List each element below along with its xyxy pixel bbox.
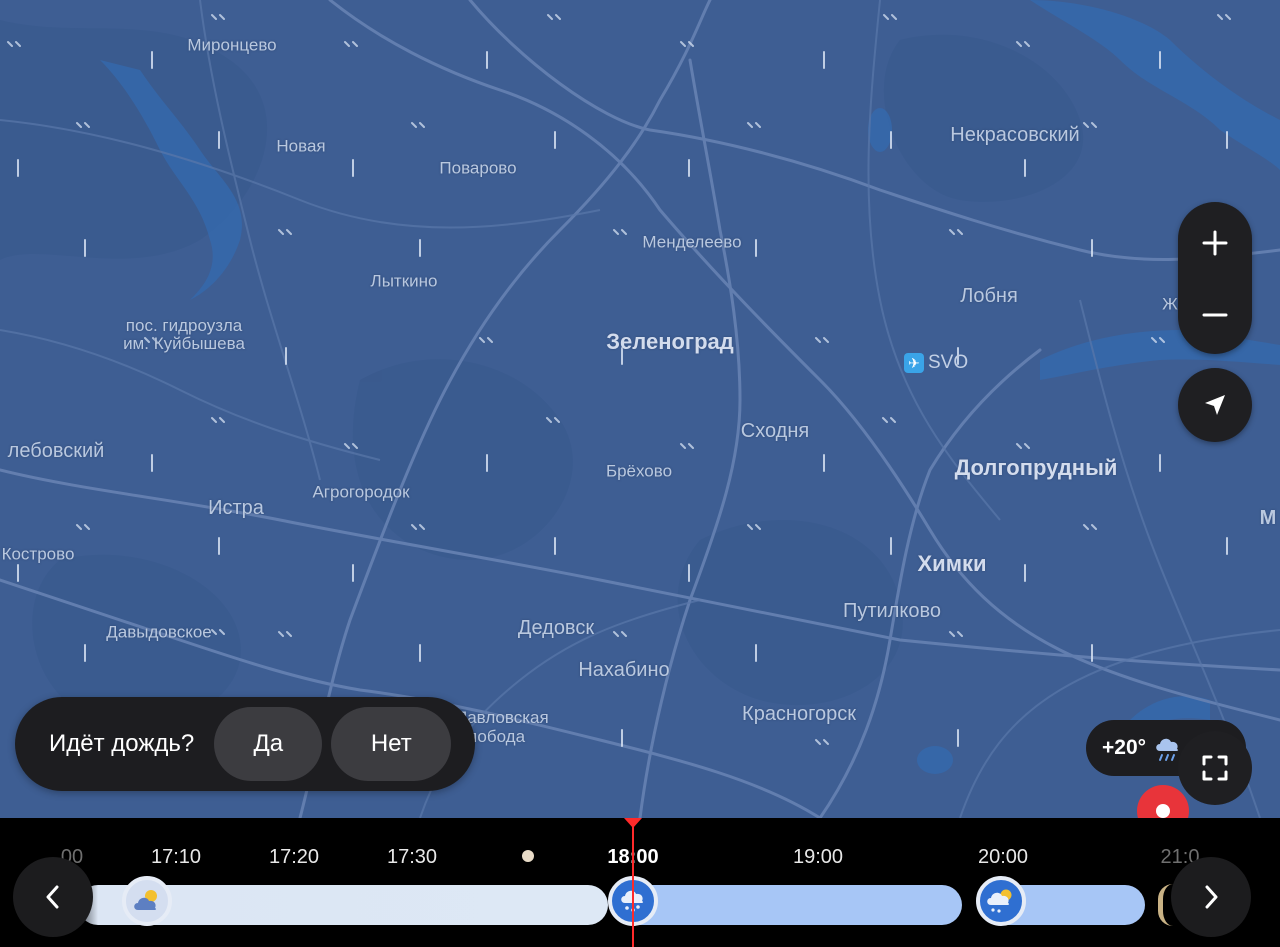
place-istra: Истра	[208, 497, 264, 519]
minus-icon	[1202, 313, 1228, 317]
sun-rain-icon	[976, 876, 1026, 926]
place-khimki: Химки	[917, 551, 987, 576]
place-kostrovo: Кострово	[1, 544, 75, 564]
rain-question-text: Идёт дождь?	[49, 730, 195, 757]
timeline-tick[interactable]: 17:30	[387, 846, 437, 869]
timeline-tick[interactable]: 17:10	[151, 846, 201, 869]
fullscreen-button[interactable]	[1178, 731, 1252, 805]
now-indicator-dot	[522, 850, 534, 862]
temperature-value: +20°	[1102, 736, 1147, 759]
location-dot-icon	[1156, 804, 1170, 818]
map-canvas[interactable]: Миронцево Новая Поварово Некрасовский Ме…	[0, 0, 1280, 818]
map-base	[0, 0, 1280, 818]
place-davydovskoe: Давыдовское	[106, 622, 212, 642]
place-m-partial: М	[1259, 507, 1277, 529]
zoom-controls	[1178, 202, 1252, 354]
timeline-tick[interactable]: 17:20	[269, 846, 319, 869]
plus-icon	[1202, 230, 1228, 256]
fullscreen-icon	[1202, 755, 1228, 781]
place-zh-partial: Ж	[1162, 294, 1178, 314]
place-lebovsky: лебовский	[7, 440, 105, 462]
no-button[interactable]: Нет	[331, 707, 452, 781]
place-nakhabino: Нахабино	[578, 659, 670, 681]
timeline-next-button[interactable]	[1171, 857, 1251, 937]
place-dolgoprudny: Долгопрудный	[954, 455, 1118, 480]
chevron-right-icon	[1205, 885, 1218, 909]
timeline-tick[interactable]: 19:00	[793, 846, 843, 869]
place-agrogorodok: Агрогородок	[312, 482, 410, 502]
place-dedovsk: Дедовск	[517, 617, 595, 639]
place-nekrasovsky: Некрасовский	[950, 124, 1080, 146]
locate-me-button[interactable]	[1178, 368, 1252, 442]
place-povarovo: Поварово	[439, 158, 517, 178]
forecast-timeline[interactable]: 00 17:10 17:20 17:30 18:00 19:00 20:00 2…	[0, 818, 1280, 947]
place-putilkovo: Путилково	[843, 600, 941, 622]
timeline-tick[interactable]: 20:00	[978, 846, 1028, 869]
timeline-prev-button[interactable]	[13, 857, 93, 937]
airport-code: SVO	[928, 352, 969, 373]
place-gidrouzel: пос. гидроузла им. Куйбышева	[123, 316, 245, 353]
partly-cloudy-icon	[122, 876, 172, 926]
yes-button[interactable]: Да	[214, 707, 323, 781]
place-novaya: Новая	[276, 136, 326, 156]
place-lytkino: Лыткино	[370, 271, 438, 291]
timeline-needle[interactable]	[632, 818, 634, 947]
place-lobnya: Лобня	[960, 285, 1018, 307]
place-mendeleevo: Менделеево	[642, 232, 742, 252]
place-brekhovo: Брёхово	[605, 461, 673, 481]
place-mironcevo: Миронцево	[187, 35, 277, 55]
place-zelenograd: Зеленоград	[606, 329, 734, 354]
navigation-arrow-icon	[1205, 395, 1225, 415]
airplane-icon: ✈	[904, 353, 924, 373]
place-skhodnya: Сходня	[740, 420, 810, 442]
place-krasnogorsk: Красногорск	[742, 703, 856, 725]
zoom-out-button[interactable]	[1178, 278, 1252, 352]
rain-question-panel: Идёт дождь? Да Нет	[15, 697, 475, 791]
airport-marker[interactable]: ✈ SVO	[904, 352, 968, 374]
chevron-left-icon	[46, 885, 59, 909]
zoom-in-button[interactable]	[1178, 206, 1252, 280]
forecast-bar-rain[interactable]	[612, 885, 962, 925]
